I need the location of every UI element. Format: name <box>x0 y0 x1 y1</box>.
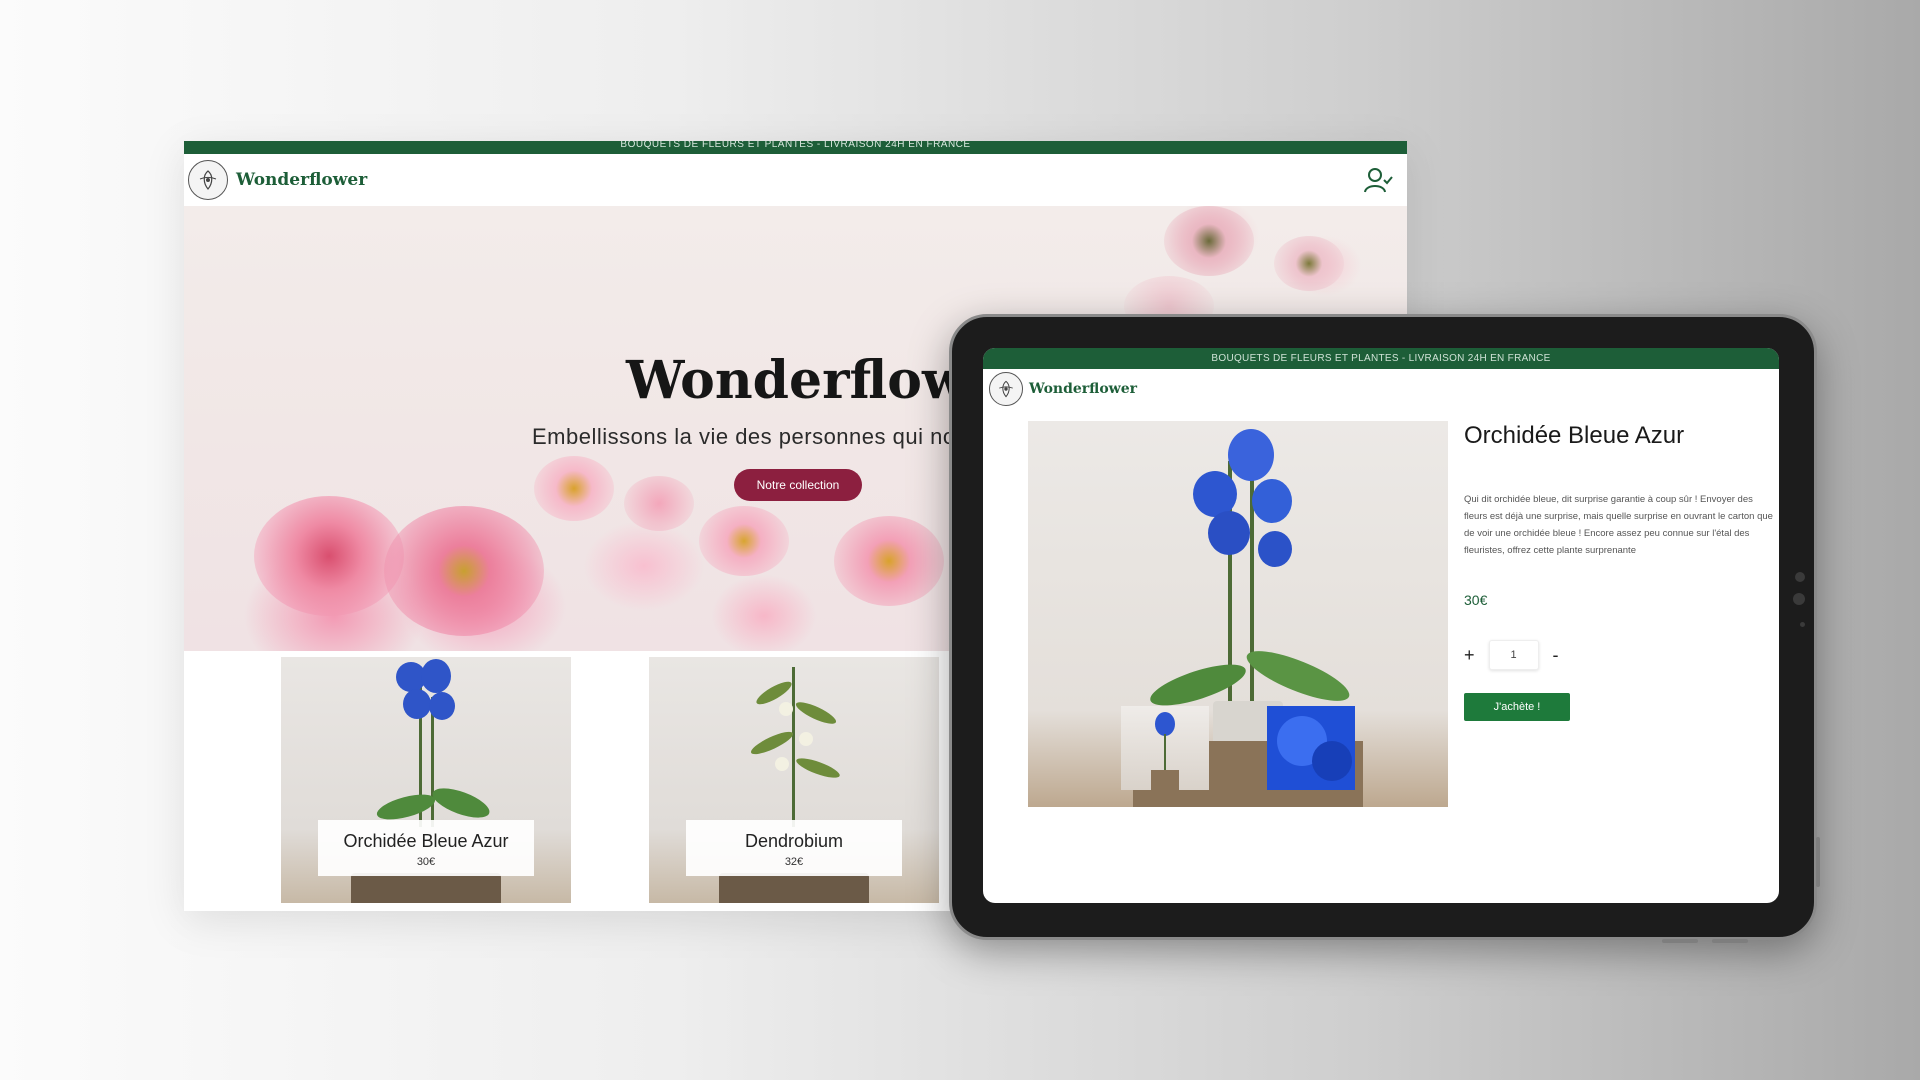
orchid-bloom <box>1228 429 1274 481</box>
flower-decoration <box>1274 236 1344 291</box>
flower-decoration <box>1164 206 1254 276</box>
quantity-minus-button[interactable]: - <box>1553 645 1559 666</box>
dendrobium-bloom <box>775 757 789 771</box>
tablet-top-button <box>1712 939 1748 943</box>
product-price: 32€ <box>784 856 804 868</box>
quantity-input[interactable] <box>1488 640 1539 670</box>
orchid-bloom <box>421 659 451 693</box>
site-header: Wonderflower <box>983 369 1779 409</box>
product-thumbnail[interactable] <box>1121 706 1209 790</box>
tablet-screen: BOUQUETS DE FLEURS ET PLANTES - LIVRAISO… <box>983 348 1779 903</box>
plant-stem <box>1250 441 1254 711</box>
plant-pot <box>719 873 869 903</box>
tablet-camera <box>1793 593 1805 605</box>
flower-decoration <box>699 506 789 576</box>
product-price: 30€ <box>416 856 436 868</box>
brand-name[interactable]: Wonderflower <box>1029 381 1137 397</box>
plant-stem <box>792 667 795 827</box>
orchid-bloom <box>1258 531 1292 567</box>
flower-decoration <box>534 456 614 521</box>
logo-icon[interactable] <box>989 372 1023 406</box>
tablet-mockup: BOUQUETS DE FLEURS ET PLANTES - LIVRAISO… <box>949 314 1820 943</box>
product-description: Qui dit orchidée bleue, dit surprise gar… <box>1464 494 1773 556</box>
orchid-bloom <box>1252 479 1292 523</box>
plant-leaf <box>794 754 842 782</box>
plant-pot <box>351 873 501 903</box>
plant-leaf <box>429 782 493 824</box>
thumbnail-pot <box>1151 770 1179 790</box>
orchid-bloom <box>403 689 431 719</box>
dendrobium-bloom <box>779 702 793 716</box>
product-label: Dendrobium 32€ <box>686 820 902 876</box>
orchid-bloom <box>1208 511 1250 555</box>
announcement-bar: BOUQUETS DE FLEURS ET PLANTES - LIVRAISO… <box>184 141 1407 154</box>
product-name: Orchidée Bleue Azur <box>343 831 509 851</box>
dendrobium-bloom <box>799 732 813 746</box>
user-account-icon[interactable] <box>1363 165 1393 195</box>
product-label: Orchidée Bleue Azur 30€ <box>318 820 534 876</box>
flower-decoration <box>834 516 944 606</box>
product-price: 30€ <box>1464 592 1488 608</box>
quantity-stepper: + - <box>1464 640 1559 670</box>
flower-decoration <box>384 506 544 636</box>
announcement-bar: BOUQUETS DE FLEURS ET PLANTES - LIVRAISO… <box>983 348 1779 369</box>
logo-icon[interactable] <box>188 160 228 200</box>
thumbnail-bloom <box>1155 712 1175 736</box>
product-title: Orchidée Bleue Azur <box>1464 422 1685 449</box>
tablet-top-button <box>1662 939 1698 943</box>
product-thumbnail[interactable] <box>1267 706 1355 790</box>
product-name: Dendrobium <box>744 831 844 851</box>
tablet-sensor <box>1795 572 1805 582</box>
site-header: Wonderflower <box>184 154 1407 206</box>
tablet-side-button <box>1816 837 1820 887</box>
product-main-image <box>1028 421 1448 807</box>
brand-name[interactable]: Wonderflower <box>236 170 367 190</box>
product-card[interactable]: Orchidée Bleue Azur 30€ <box>281 657 571 903</box>
thumbnail-stem <box>1164 734 1166 772</box>
hero-subtitle: Embellissons la vie des personnes qui no… <box>532 424 980 449</box>
product-card[interactable]: Dendrobium 32€ <box>649 657 939 903</box>
plant-leaf <box>748 727 796 759</box>
orchid-bloom <box>429 692 455 720</box>
quantity-plus-button[interactable]: + <box>1464 645 1475 666</box>
flower-decoration <box>254 496 404 616</box>
buy-button[interactable]: J'achète ! <box>1464 693 1570 721</box>
flower-decoration <box>624 476 694 531</box>
plant-leaf <box>793 698 839 728</box>
tablet-sensor <box>1800 622 1805 627</box>
thumbnail-bloom <box>1312 741 1352 781</box>
collection-button[interactable]: Notre collection <box>734 469 862 501</box>
